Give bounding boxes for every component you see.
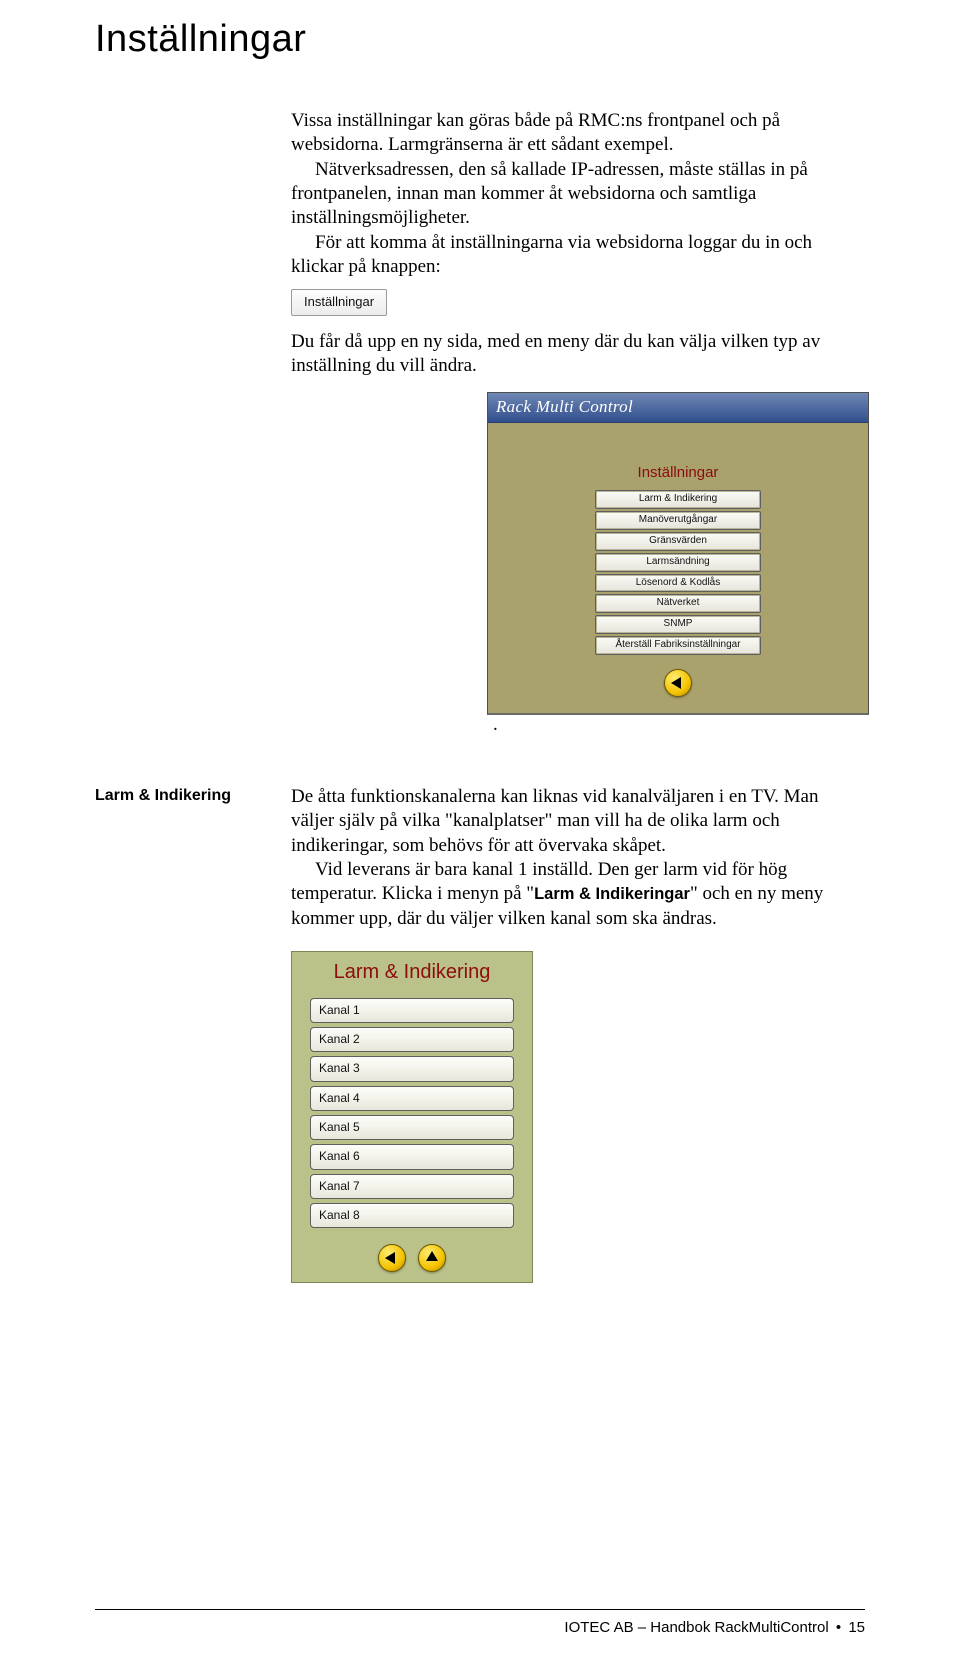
up-arrow-icon[interactable] [418,1244,446,1272]
back-arrow-icon[interactable] [378,1244,406,1272]
rmc-menu-item[interactable]: Larmsändning [595,553,761,572]
rmc-menu: Larm & Indikering Manöverutgångar Gränsv… [595,490,761,654]
larm-p2-bold: Larm & Indikeringar [534,885,690,903]
larm-channel-item[interactable]: Kanal 8 [310,1203,514,1228]
larm-channel-item[interactable]: Kanal 5 [310,1115,514,1140]
larm-channel-item[interactable]: Kanal 1 [310,998,514,1023]
footer-rule [95,1609,865,1610]
larm-section: Larm & Indikering De åtta funktionskanal… [95,785,865,1283]
intro-paragraph-3: För att komma åt inställningarna via web… [291,231,865,280]
rmc-panel-screenshot: Rack Multi Control Inställningar Larm & … [487,392,865,739]
settings-button[interactable]: Inställningar [291,289,387,316]
footer-left: IOTEC AB – Handbok RackMultiControl [564,1619,828,1636]
bullet-icon: • [833,1619,844,1636]
larm-channel-item[interactable]: Kanal 2 [310,1027,514,1052]
larm-nav-row [378,1244,446,1272]
larm-channel-list: Kanal 1 Kanal 2 Kanal 3 Kanal 4 Kanal 5 … [310,998,514,1229]
larm-panel-title: Larm & Indikering [334,960,491,986]
rmc-menu-item[interactable]: Larm & Indikering [595,490,761,509]
larm-channel-item[interactable]: Kanal 3 [310,1056,514,1081]
footer-page-number: 15 [848,1619,865,1636]
document-page: Inställningar Vissa inställningar kan gö… [0,0,960,1680]
rmc-section-heading: Inställningar [638,463,719,482]
intro-block: Vissa inställningar kan göras både på RM… [291,109,865,739]
larm-text-column: De åtta funktionskanalerna kan liknas vi… [291,785,865,1283]
trailing-period: . [493,713,498,737]
rmc-menu-item[interactable]: SNMP [595,615,761,634]
larm-channel-item[interactable]: Kanal 6 [310,1144,514,1169]
rmc-menu-item[interactable]: Återställ Fabriksinställningar [595,636,761,655]
larm-paragraph-1: De åtta funktionskanalerna kan liknas vi… [291,785,865,858]
intro-paragraph-1: Vissa inställningar kan göras både på RM… [291,109,865,158]
page-title: Inställningar [95,18,865,61]
back-arrow-icon[interactable] [664,669,692,697]
intro-paragraph-4: Du får då upp en ny sida, med en meny dä… [291,330,865,379]
footer-text: IOTEC AB – Handbok RackMultiControl • 15 [564,1619,865,1636]
side-heading-larm: Larm & Indikering [95,785,291,1283]
rmc-nav-row [664,669,692,697]
intro-paragraph-2: Nätverksadressen, den så kallade IP-adre… [291,158,865,231]
rmc-menu-item[interactable]: Manöverutgångar [595,511,761,530]
larm-panel-screenshot: Larm & Indikering Kanal 1 Kanal 2 Kanal … [291,951,865,1283]
larm-panel: Larm & Indikering Kanal 1 Kanal 2 Kanal … [291,951,533,1283]
rmc-menu-item[interactable]: Lösenord & Kodlås [595,574,761,593]
rmc-menu-item[interactable]: Nätverket [595,594,761,613]
rmc-panel-body: Inställningar Larm & Indikering Manöveru… [488,423,868,713]
rmc-menu-item[interactable]: Gränsvärden [595,532,761,551]
larm-paragraph-2: Vid leverans är bara kanal 1 inställd. D… [291,858,865,931]
larm-channel-item[interactable]: Kanal 7 [310,1174,514,1199]
rmc-titlebar: Rack Multi Control [488,393,868,423]
larm-channel-item[interactable]: Kanal 4 [310,1086,514,1111]
rmc-panel: Rack Multi Control Inställningar Larm & … [487,392,869,714]
